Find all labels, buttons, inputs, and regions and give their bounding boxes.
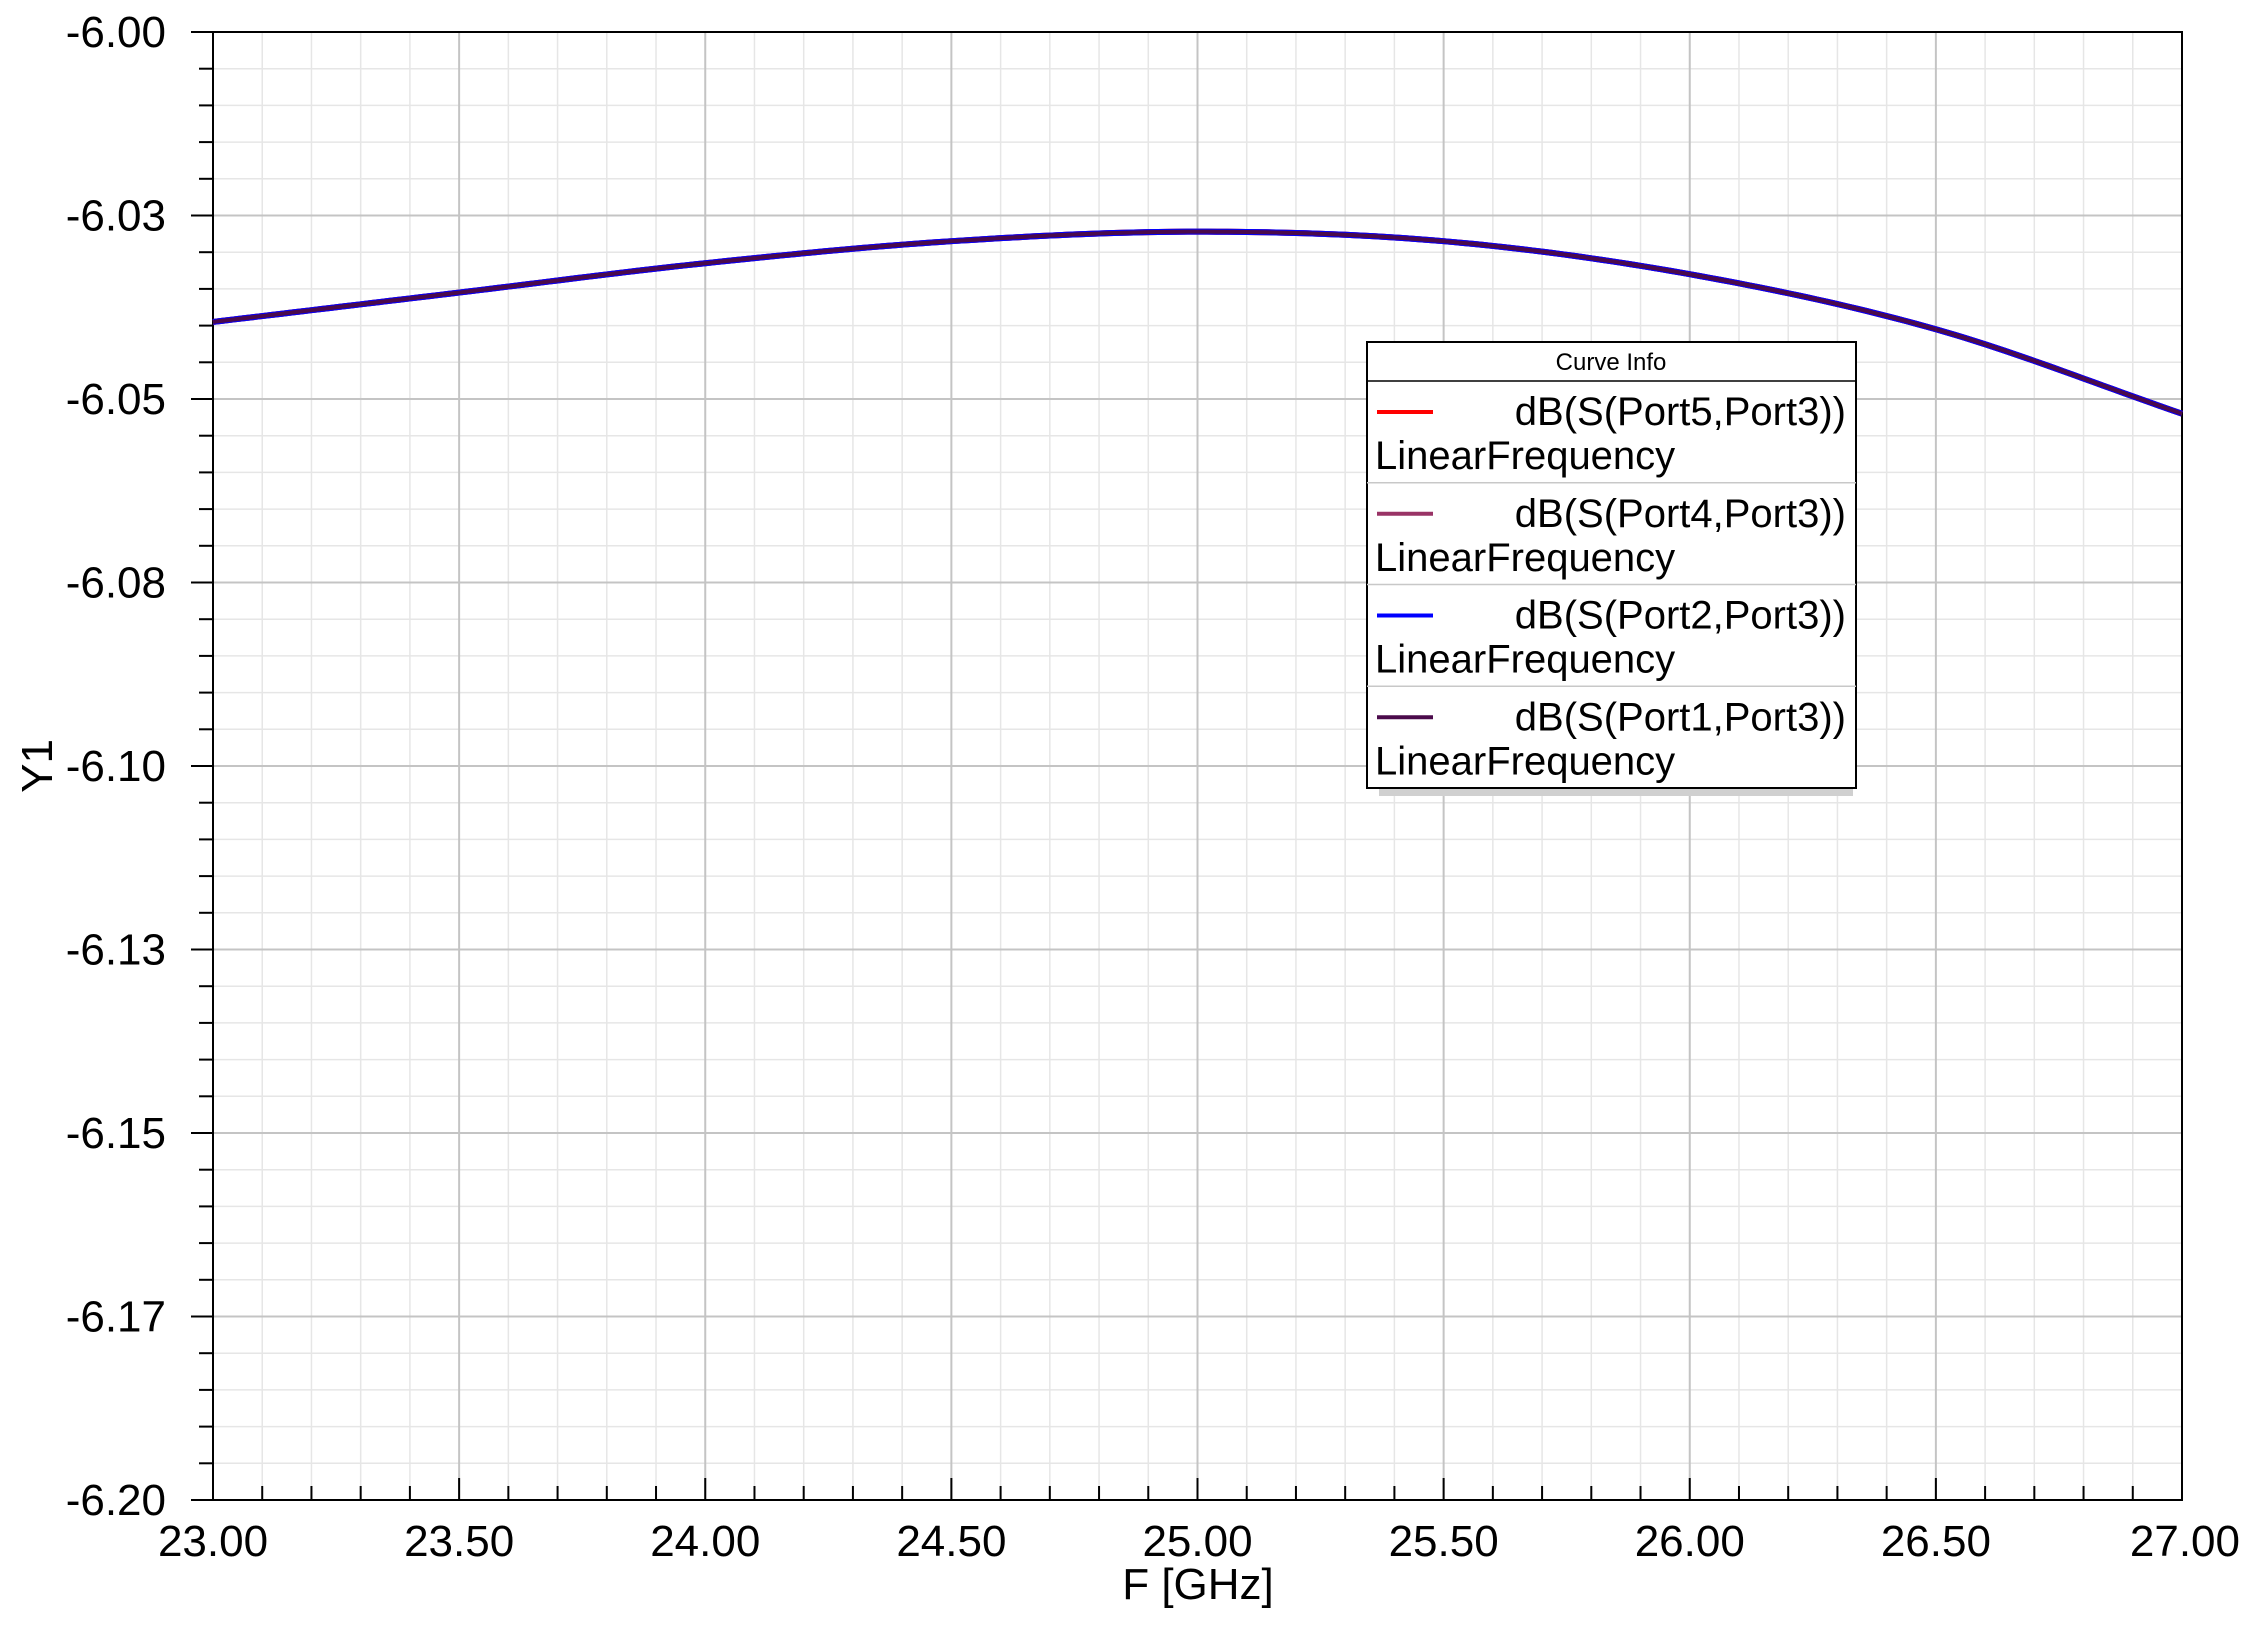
y-tick-label: -6.17 <box>66 1293 166 1342</box>
x-tick-label: 24.50 <box>896 1517 1006 1566</box>
legend-series-subtitle: LinearFrequency <box>1375 739 1675 783</box>
chart-background <box>0 0 2248 1626</box>
y-tick-label: -6.05 <box>66 375 166 424</box>
x-tick-label: 26.00 <box>1635 1517 1745 1566</box>
x-tick-label: 24.00 <box>650 1517 760 1566</box>
legend-series-subtitle: LinearFrequency <box>1375 536 1675 580</box>
legend-series-name: dB(S(Port5,Port3)) <box>1515 390 1846 434</box>
legend-title: Curve Info <box>1556 349 1667 376</box>
x-tick-label: 25.00 <box>1142 1517 1252 1566</box>
x-tick-label: 23.00 <box>158 1517 268 1566</box>
y-tick-label: -6.15 <box>66 1109 166 1158</box>
x-tick-label: 25.50 <box>1389 1517 1499 1566</box>
x-tick-label: 27.00 <box>2130 1517 2240 1566</box>
x-tick-labels: 23.00 23.50 24.00 24.50 25.00 25.50 26.00 26.50… <box>158 1517 2240 1566</box>
y-tick-label: -6.00 <box>66 8 166 57</box>
y-tick-label: -6.08 <box>66 559 166 608</box>
legend-series-name: dB(S(Port4,Port3)) <box>1515 492 1846 536</box>
curve-info-legend[interactable]: Curve Info dB(S(Port5,Port3))LinearFrequ… <box>1366 341 1857 796</box>
y-tick-label: -6.10 <box>66 742 166 791</box>
line-chart: 23.00 23.50 24.00 24.50 25.00 25.50 26.00 26.50… <box>0 0 2248 1626</box>
legend-series-subtitle: LinearFrequency <box>1375 638 1675 682</box>
y-tick-label: -6.20 <box>66 1476 166 1525</box>
legend-series-name: dB(S(Port1,Port3)) <box>1515 695 1846 739</box>
legend-series-subtitle: LinearFrequency <box>1375 434 1675 478</box>
y-tick-label: -6.03 <box>66 192 166 241</box>
legend-series-name: dB(S(Port2,Port3)) <box>1515 594 1846 638</box>
x-tick-label: 23.50 <box>404 1517 514 1566</box>
x-tick-label: 26.50 <box>1881 1517 1991 1566</box>
y-tick-label: -6.13 <box>66 926 166 975</box>
y-tick-labels: -6.00 -6.03 -6.05 -6.08 -6.10 -6.13 -6.15 -6.17… <box>66 8 166 1525</box>
y-axis-title: Y1 <box>13 739 62 793</box>
x-axis-title: F [GHz] <box>1122 1560 1274 1609</box>
